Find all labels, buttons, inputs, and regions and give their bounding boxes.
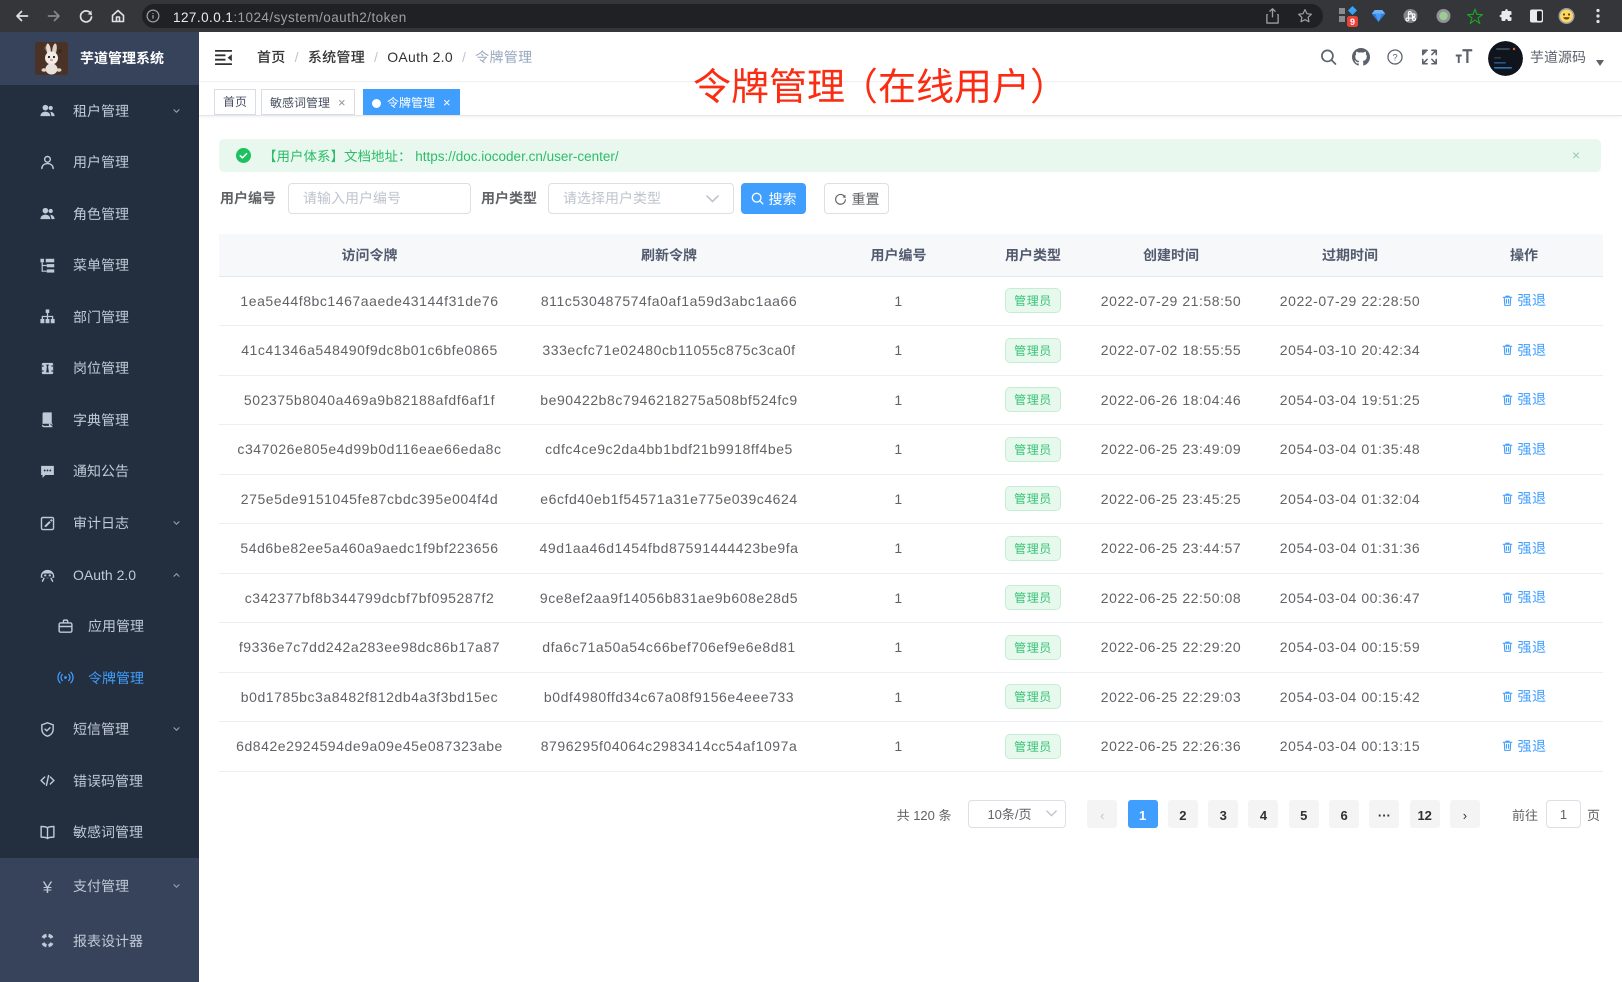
svg-text:9: 9 <box>1350 17 1355 27</box>
svg-text:?: ? <box>1392 52 1397 62</box>
